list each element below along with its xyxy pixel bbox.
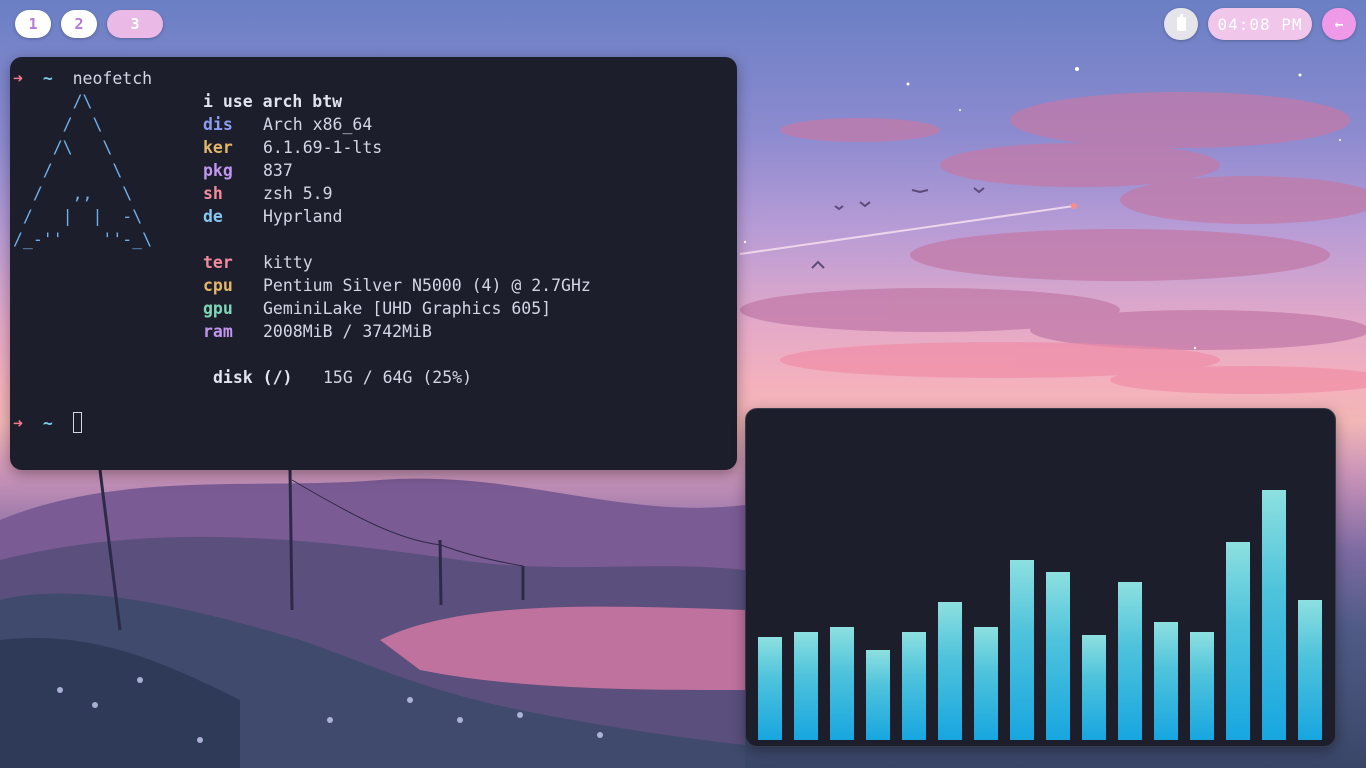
arch-logo-line: /\ \ — [13, 138, 113, 157]
info-value: zsh 5.9 — [263, 184, 333, 203]
battery-indicator[interactable] — [1164, 8, 1198, 40]
visualizer-bar — [830, 627, 854, 740]
arch-logo-line: / \ — [13, 115, 103, 134]
power-menu-button[interactable]: ← — [1322, 8, 1356, 40]
info-row: de — [203, 205, 223, 228]
visualizer-bar — [758, 637, 782, 740]
info-key: ter — [203, 253, 233, 272]
info-row: dis — [203, 113, 233, 136]
disk-label: disk (/) — [213, 368, 293, 387]
info-value: Arch x86_64 — [263, 115, 373, 134]
visualizer-bar — [1010, 560, 1034, 740]
info-row: sh — [203, 182, 223, 205]
info-key: cpu — [203, 276, 233, 295]
prompt-line: ➜ ~ — [13, 412, 53, 435]
info-value: 837 — [263, 161, 293, 180]
visualizer-bar — [1226, 542, 1250, 740]
prompt-dir: ~ — [42, 69, 53, 88]
info-row: ram — [203, 320, 233, 343]
prompt-dir: ~ — [42, 414, 53, 433]
visualizer-bar — [1082, 635, 1106, 740]
workspace-button-3-active[interactable]: 3 — [107, 10, 163, 38]
arch-logo-line: / \ — [13, 161, 123, 180]
info-key: sh — [203, 184, 223, 203]
info-key: dis — [203, 115, 233, 134]
prompt-arrow: ➜ — [13, 69, 23, 88]
visualizer-bar — [866, 650, 890, 740]
info-row: gpu — [203, 297, 233, 320]
disk-value: 15G / 64G (25%) — [323, 368, 473, 387]
visualizer-bar — [938, 602, 962, 740]
info-value: Hyprland — [263, 207, 343, 226]
visualizer-bar — [794, 632, 818, 740]
workspace-button-2[interactable]: 2 — [61, 10, 97, 38]
prompt-arrow: ➜ — [13, 414, 23, 433]
arch-logo-line: /_-'' ''-_\ — [13, 230, 153, 249]
info-row: ter — [203, 251, 233, 274]
info-row: pkg — [203, 159, 233, 182]
info-key: de — [203, 207, 223, 226]
info-key: ker — [203, 138, 233, 157]
neofetch-header: i use arch btw — [203, 92, 343, 111]
info-row: cpu — [203, 274, 233, 297]
info-row: ker — [203, 136, 233, 159]
workspace-button-1[interactable]: 1 — [15, 10, 51, 38]
info-key: ram — [203, 322, 233, 341]
visualizer-bar — [1298, 600, 1322, 740]
visualizer-bar — [1046, 572, 1070, 740]
info-value: GeminiLake [UHD Graphics 605] — [263, 299, 552, 318]
clock[interactable]: 04:08 PM — [1208, 8, 1312, 40]
visualizer-bar — [1262, 490, 1286, 740]
arrow-left-icon: ← — [1334, 15, 1344, 33]
info-value: Pentium Silver N5000 (4) @ 2.7GHz — [263, 276, 591, 295]
visualizer-bar — [902, 632, 926, 740]
visualizer-bar — [974, 627, 998, 740]
command-line: ➜ ~ neofetch — [13, 67, 152, 90]
terminal-window[interactable]: ➜ ~ neofetch /\ / \ /\ \ / \ / ,, \ / | … — [10, 57, 737, 470]
terminal-cursor[interactable] — [73, 412, 82, 433]
info-value: 2008MiB / 3742MiB — [263, 322, 432, 341]
arch-logo-line: /\ — [13, 92, 93, 111]
info-key: gpu — [203, 299, 233, 318]
visualizer-bar — [1190, 632, 1214, 740]
battery-icon — [1176, 14, 1186, 31]
visualizer-bar — [1118, 582, 1142, 740]
arch-logo-line: / ,, \ — [13, 184, 133, 203]
command-text: neofetch — [72, 69, 153, 88]
audio-visualizer-window[interactable] — [745, 408, 1336, 747]
visualizer-bar — [1154, 622, 1178, 740]
info-value: kitty — [263, 253, 313, 272]
info-key: pkg — [203, 161, 233, 180]
arch-logo-line: / | | -\ — [13, 207, 143, 226]
info-value: 6.1.69-1-lts — [263, 138, 383, 157]
